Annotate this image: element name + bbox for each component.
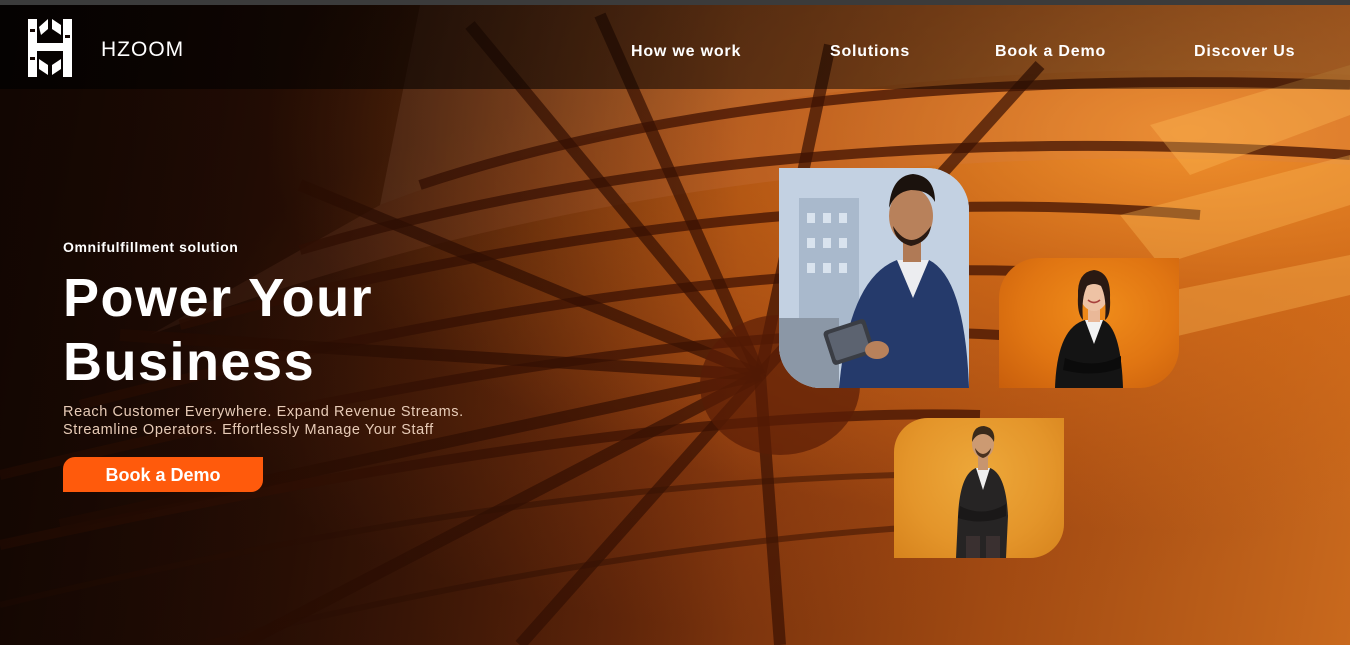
- businessman-arms-crossed-photo: [894, 418, 1064, 558]
- hero-headline: Power Your Business: [63, 266, 373, 394]
- headline-line-1: Power Your: [63, 268, 374, 328]
- nav-solutions[interactable]: Solutions: [830, 43, 910, 61]
- book-a-demo-button[interactable]: Book a Demo: [63, 457, 263, 492]
- businessman-with-tablet-photo: [779, 168, 969, 388]
- hero-subtitle: Reach Customer Everywhere. Expand Revenu…: [63, 404, 464, 439]
- top-navbar: HZOOM How we work Solutions Book a Demo …: [0, 5, 1350, 89]
- nav-book-a-demo[interactable]: Book a Demo: [995, 43, 1106, 61]
- businessman-with-tablet-illustration: [779, 168, 969, 388]
- headline-line-2: Business: [63, 332, 316, 392]
- subtitle-line-1: Reach Customer Everywhere. Expand Revenu…: [63, 404, 464, 420]
- nav-how-we-work[interactable]: How we work: [631, 43, 741, 61]
- nav-discover-us[interactable]: Discover Us: [1194, 43, 1295, 61]
- hero-eyebrow: Omnifulfillment solution: [63, 239, 239, 255]
- businesswoman-illustration: [1055, 270, 1123, 388]
- hzoom-logo-icon[interactable]: [26, 17, 74, 79]
- businesswoman-arms-crossed-photo: [999, 258, 1179, 388]
- subtitle-line-2: Streamline Operators. Effortlessly Manag…: [63, 421, 434, 438]
- businessman-standing-illustration: [956, 426, 1008, 558]
- brand-name[interactable]: HZOOM: [101, 38, 184, 62]
